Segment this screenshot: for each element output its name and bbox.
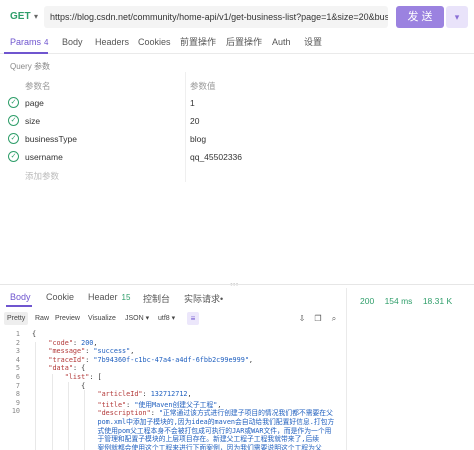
response-toolbar: Pretty Raw Preview Visualize JSON ▾ utf8… <box>4 312 342 326</box>
check-icon[interactable]: ✓ <box>8 115 19 126</box>
response-size: 18.31 K <box>422 296 453 306</box>
param-name[interactable]: size <box>25 116 40 126</box>
param-value-header: 参数值 <box>190 81 216 91</box>
line-number: 5 <box>15 364 20 373</box>
api-client-window: { "request": { "method": "GET", "url": "… <box>0 0 474 450</box>
line-number: 1 <box>15 330 20 338</box>
encoding-select-value: utf8 <box>158 315 170 322</box>
tab-label: Header <box>88 292 118 302</box>
table-row: ✓ businessType blog <box>0 130 474 148</box>
send-button[interactable]: 发 送 <box>396 6 444 28</box>
copy-icon[interactable]: ❐ <box>312 312 324 325</box>
save-icon[interactable]: ⇩ <box>296 312 308 325</box>
line-number: 8 <box>15 390 20 399</box>
url-input[interactable]: https://blog.csdn.net/community/home-api… <box>44 6 388 28</box>
tab-auth[interactable]: Auth <box>272 34 291 54</box>
format-raw[interactable]: Raw <box>32 312 52 325</box>
line-number: 9 <box>15 398 20 407</box>
tab-pre-operations[interactable]: 前置操作 <box>180 34 216 54</box>
active-response-tab-indicator <box>6 305 32 307</box>
check-icon[interactable]: ✓ <box>8 151 19 162</box>
format-visualize[interactable]: Visualize <box>85 312 119 325</box>
param-value[interactable]: 20 <box>190 116 199 126</box>
query-section-title: Query 参数 <box>10 62 51 71</box>
code-line: "traceId": "7b94360f-c1bc-47a4-a4df-6fbb… <box>48 355 253 364</box>
response-time: 154 ms <box>384 296 413 306</box>
code-line: "message": "success", <box>48 347 135 356</box>
line-number: 4 <box>15 355 20 364</box>
table-row: ✓ size 20 <box>0 112 474 130</box>
active-tab-indicator <box>4 52 48 54</box>
tab-badge: 4 <box>44 38 49 47</box>
tab-post-operations[interactable]: 后置操作 <box>226 34 262 54</box>
param-name-header: 参数名 <box>25 81 51 91</box>
line-number: 6 <box>15 373 20 381</box>
code-line: "articleId": 132712712, <box>97 390 192 399</box>
add-param-placeholder[interactable]: 添加参数 <box>25 170 59 182</box>
params-header-row: 参数名 参数值 <box>0 76 474 94</box>
param-name[interactable]: page <box>25 98 44 108</box>
line-number: 10 <box>11 407 20 416</box>
param-name[interactable]: businessType <box>25 134 77 144</box>
line-number: 3 <box>15 347 20 356</box>
table-row: ✓ username qq_45502336 <box>0 148 474 166</box>
code-line: 案例就都会使用这个工程来进行下面案例，因为我们需要说明这个工程为父 <box>32 443 322 450</box>
encoding-select[interactable]: utf8 ▾ <box>155 312 178 325</box>
filter-icon[interactable]: ≡ <box>187 312 199 325</box>
format-preview[interactable]: Preview <box>52 312 83 325</box>
tab-actual-request[interactable]: 实际请求• <box>184 292 223 305</box>
line-number: 7 <box>15 381 20 390</box>
status-code: 200 <box>360 296 375 306</box>
param-value[interactable]: 1 <box>190 98 195 108</box>
check-icon[interactable]: ✓ <box>8 133 19 144</box>
request-tabs: Params 4 Body Headers Cookies 前置操作 后置操作 A… <box>0 34 474 54</box>
tab-headers[interactable]: Headers <box>95 34 129 54</box>
method-select[interactable]: GET <box>4 6 34 28</box>
format-pretty[interactable]: Pretty <box>4 312 29 325</box>
tab-params[interactable]: Params 4 <box>10 34 48 54</box>
tab-badge: 15 <box>121 293 131 302</box>
code-line: "data": { <box>48 364 86 373</box>
response-stats: 200 154 ms 18.31 K <box>360 296 460 306</box>
code-line: "list": [ <box>64 373 102 381</box>
table-row: ✓ page 1 <box>0 94 474 112</box>
line-number: 2 <box>15 338 20 347</box>
tab-body[interactable]: Body <box>62 34 83 54</box>
response-code-view[interactable]: 1 2 3 4 5 6 7 8 9 10 { "code": 200, "mes… <box>0 330 342 450</box>
search-icon[interactable]: ⌕ <box>328 312 340 325</box>
request-bar: GET ▾ https://blog.csdn.net/community/ho… <box>0 0 474 34</box>
param-value[interactable]: blog <box>190 134 206 144</box>
tab-cookies[interactable]: Cookies <box>138 34 171 54</box>
panel-divider[interactable] <box>0 284 474 285</box>
param-value[interactable]: qq_45502336 <box>190 152 242 162</box>
response-panel-divider <box>346 288 347 450</box>
tab-console[interactable]: 控制台 <box>143 292 170 305</box>
tab-settings[interactable]: 设置 <box>304 34 322 54</box>
param-name[interactable]: username <box>25 152 63 162</box>
tab-response-cookie[interactable]: Cookie <box>46 292 74 302</box>
tab-response-header[interactable]: Header 15 <box>88 292 130 302</box>
type-select-value: JSON <box>125 315 144 322</box>
send-dropdown-icon[interactable]: ▾ <box>446 6 468 28</box>
code-line: { <box>32 381 86 390</box>
code-line: { <box>32 330 37 338</box>
tab-response-body[interactable]: Body <box>10 292 31 302</box>
chevron-down-icon[interactable]: ▾ <box>34 6 44 28</box>
check-icon[interactable]: ✓ <box>8 97 19 108</box>
tab-label: Params <box>10 37 42 47</box>
add-param-row[interactable]: 添加参数 <box>0 166 474 184</box>
type-select[interactable]: JSON ▾ <box>122 312 152 325</box>
code-line: "code": 200, <box>48 338 98 347</box>
